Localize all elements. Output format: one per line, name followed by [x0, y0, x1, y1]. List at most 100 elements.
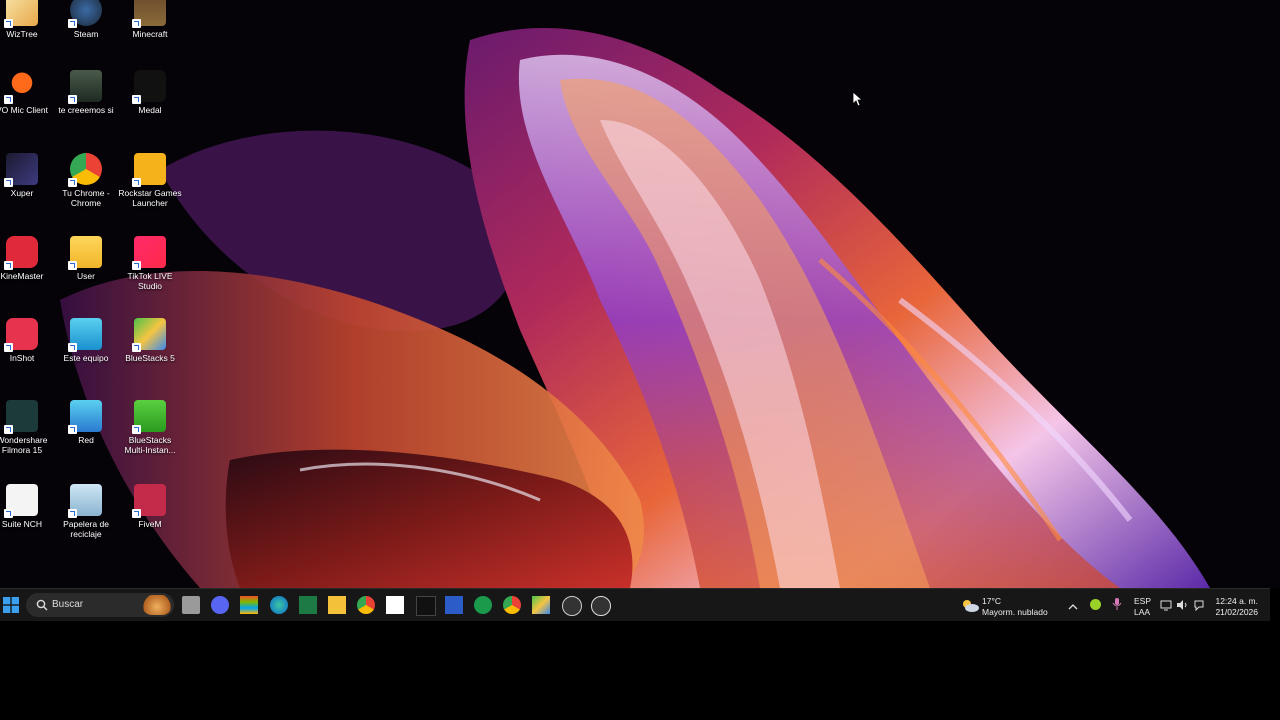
- taskbar-app-capcut[interactable]: [386, 596, 405, 614]
- shortcut-arrow-icon: [4, 425, 13, 434]
- shortcut-arrow-icon: [132, 425, 141, 434]
- desktop-icon-label: Wondershare Filmora 15: [0, 435, 48, 455]
- desktop-icon-label: TikTok LIVE Studio: [127, 271, 173, 291]
- desktop-icon-label: KineMaster: [0, 271, 44, 281]
- desktop-icon-label: te creeemos si: [58, 105, 114, 115]
- bluestacks-icon: [132, 318, 166, 352]
- desktop-icon-document[interactable]: Suite NCH: [0, 484, 54, 529]
- desktop-icon-label: User: [77, 271, 95, 281]
- taskbar-app-obs[interactable]: [590, 596, 611, 616]
- shortcut-arrow-icon: [4, 95, 13, 104]
- desktop-icon-computer[interactable]: Este equipo: [54, 318, 118, 363]
- desktop-icon-rockstar[interactable]: Rockstar Games Launcher: [118, 153, 182, 208]
- start-button[interactable]: [3, 597, 19, 613]
- shortcut-arrow-icon: [68, 343, 77, 352]
- taskbar-app-bluestacks[interactable]: [532, 596, 551, 614]
- taskbar-app-store[interactable]: [240, 596, 259, 614]
- word-icon: [444, 596, 463, 614]
- filmora-icon: [4, 400, 38, 434]
- desktop-icon-minecraft[interactable]: Minecraft: [118, 0, 182, 39]
- recycle-bin-icon: [68, 484, 102, 518]
- desktop-icon-xuper[interactable]: Xuper: [0, 153, 54, 198]
- file-explorer-icon: [328, 596, 346, 614]
- language-indicator[interactable]: ESP LAA: [1130, 593, 1156, 617]
- desktop-icon-inshot[interactable]: InShot: [0, 318, 54, 363]
- windows-logo-icon: [3, 597, 19, 613]
- desktop-icon-network[interactable]: Red: [54, 400, 118, 445]
- search-box[interactable]: Buscar: [26, 593, 174, 617]
- computer-icon: [68, 318, 102, 352]
- show-hidden-icons-button[interactable]: [1068, 599, 1078, 610]
- taskbar-app-file-explorer[interactable]: [328, 596, 346, 614]
- notification-icon: [1194, 600, 1204, 611]
- desktop-icon-steam[interactable]: Steam: [54, 0, 118, 39]
- bluestacks-icon: [532, 596, 551, 614]
- desktop-icon-wiztree[interactable]: WizTree: [0, 0, 54, 39]
- quick-settings-button[interactable]: [1160, 597, 1208, 613]
- language-code: ESP: [1134, 596, 1152, 606]
- desktop-icon-label: Rockstar Games Launcher: [118, 188, 182, 208]
- desktop-icon-label: InShot: [9, 353, 35, 363]
- desktop-icon-recycle-bin[interactable]: Papelera de reciclaje: [54, 484, 118, 539]
- image-file-icon: [68, 70, 102, 104]
- weather-widget[interactable]: 17°C Mayorm. nublado: [958, 593, 1058, 617]
- desktop-icon-microphone[interactable]: VO Mic Client: [0, 70, 54, 115]
- kinemaster-icon: [4, 236, 38, 270]
- desktop-icon-label: BlueStacks 5: [125, 353, 175, 363]
- shortcut-arrow-icon: [4, 19, 13, 28]
- desktop-icon-label: Minecraft: [132, 29, 168, 39]
- weather-desc: Mayorm. nublado: [982, 607, 1048, 617]
- desktop[interactable]: WizTree Steam Minecraft VO Mic Client te cre…: [0, 0, 1280, 588]
- shortcut-arrow-icon: [132, 509, 141, 518]
- desktop-icon-label: Medal: [138, 105, 162, 115]
- taskbar-app-discord[interactable]: [211, 596, 230, 614]
- chevron-up-icon: [1068, 604, 1078, 610]
- taskbar-app-task-view[interactable]: [182, 596, 200, 614]
- taskbar-app-vpn[interactable]: [561, 596, 582, 616]
- taskbar-app-edge[interactable]: [269, 596, 288, 614]
- desktop-icon-image-file[interactable]: te creeemos si: [54, 70, 118, 115]
- clock[interactable]: 12:24 a. m. 21/02/2026: [1212, 593, 1266, 617]
- desktop-icon-kinemaster[interactable]: KineMaster: [0, 236, 54, 281]
- taskbar-app-word[interactable]: [444, 596, 463, 614]
- microphone-tray-button[interactable]: [1112, 597, 1122, 611]
- store-icon: [240, 596, 259, 614]
- tray-app-green[interactable]: [1090, 599, 1101, 610]
- taskbar-app-excel[interactable]: [298, 596, 317, 614]
- shortcut-arrow-icon: [68, 178, 77, 187]
- capcut-icon: [386, 596, 405, 614]
- desktop-icon-filmora[interactable]: Wondershare Filmora 15: [0, 400, 54, 455]
- desktop-icon-label: VO Mic Client: [0, 105, 48, 115]
- chrome-profile-icon: [503, 596, 522, 614]
- shortcut-arrow-icon: [68, 95, 77, 104]
- desktop-icon-folder[interactable]: User: [54, 236, 118, 281]
- keyboard-layout: LAA: [1134, 607, 1151, 617]
- desktop-icon-label: BlueStacks Multi-Instan...: [124, 435, 176, 455]
- wallpaper: [60, 28, 1210, 588]
- desktop-icon-tiktok[interactable]: TikTok LIVE Studio: [118, 236, 182, 291]
- shortcut-arrow-icon: [4, 178, 13, 187]
- desktop-icon-medal[interactable]: Medal: [118, 70, 182, 115]
- display-icon: [1160, 600, 1172, 611]
- shortcut-arrow-icon: [132, 19, 141, 28]
- search-highlight-icon: [142, 595, 172, 615]
- inshot-icon: [4, 318, 38, 352]
- desktop-icon-chrome[interactable]: Tu Chrome - Chrome: [54, 153, 118, 208]
- desktop-icon-label: Xuper: [10, 188, 34, 198]
- taskbar-app-spreadsheet[interactable]: [474, 596, 492, 614]
- minecraft-icon: [132, 0, 166, 28]
- shortcut-arrow-icon: [4, 343, 13, 352]
- desktop-icon-fivem[interactable]: FiveM: [118, 484, 182, 529]
- taskbar-app-chrome-profile[interactable]: [503, 596, 522, 614]
- obs-icon: [590, 596, 611, 616]
- bluestacks-multi-icon: [132, 400, 166, 434]
- volume-icon: [1177, 600, 1187, 610]
- shortcut-arrow-icon: [68, 261, 77, 270]
- taskbar-app-chrome[interactable]: [357, 596, 376, 614]
- taskbar-app-tiktok[interactable]: [415, 596, 436, 616]
- medal-icon: [132, 70, 166, 104]
- desktop-icon-bluestacks[interactable]: BlueStacks 5: [118, 318, 182, 363]
- shortcut-arrow-icon: [4, 261, 13, 270]
- desktop-icon-bluestacks-multi[interactable]: BlueStacks Multi-Instan...: [118, 400, 182, 455]
- excel-icon: [298, 596, 317, 614]
